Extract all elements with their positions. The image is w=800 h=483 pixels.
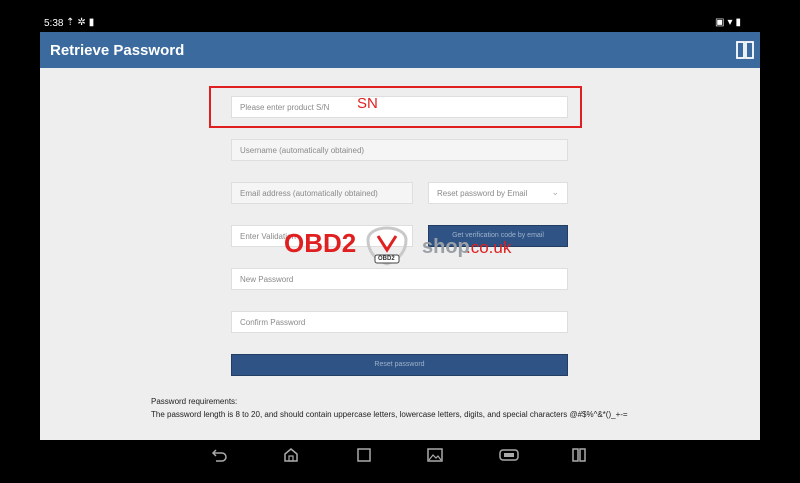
app-header: Retrieve Password [40,32,760,68]
vci-icon[interactable] [498,446,520,464]
serial-number-input[interactable]: Please enter product S/N [231,96,568,118]
requirements-title: Password requirements: [151,397,238,406]
split-screen-icon[interactable] [570,446,588,464]
upload-icon: ⇡ [66,17,78,28]
requirements-text: The password length is 8 to 20, and shou… [151,410,628,419]
form-area: Please enter product S/N SN Username (au… [40,68,760,440]
cast-icon: ▣ [715,17,728,28]
chevron-down-icon: ⌄ [551,187,559,197]
status-time: 5:38 [44,18,64,29]
recents-icon[interactable] [355,446,373,464]
back-icon[interactable] [210,446,228,464]
status-right-icons: ▣▾▮ [715,17,744,28]
reset-password-button[interactable]: Reset password [231,354,568,376]
email-field[interactable]: Email address (automatically obtained) [231,182,413,204]
reset-method-value: Reset password by Email [437,189,528,198]
watermark-domain: .co.uk [466,238,512,257]
reset-method-select[interactable]: Reset password by Email ⌄ [428,182,568,204]
sn-annotation: SN [357,95,378,112]
home-icon[interactable] [282,446,300,464]
video-icon: ▮ [88,17,98,28]
status-bar: 5:38 ⇡✲▮ ▣▾▮ [40,16,760,32]
battery-icon: ▮ [735,17,744,28]
navigation-bar [0,440,800,483]
split-screen-icon[interactable] [736,41,754,59]
watermark-shop: shop [422,236,470,258]
gallery-icon[interactable] [426,446,444,464]
page-title: Retrieve Password [50,42,185,59]
status-left-icons: ⇡✲▮ [66,17,97,28]
settings-icon: ✲ [77,17,89,28]
watermark-badge: OBD2 [378,256,395,262]
watermark-brand: OBD2 [284,228,357,258]
new-password-input[interactable]: New Password [231,268,568,290]
confirm-password-input[interactable]: Confirm Password [231,311,568,333]
username-field[interactable]: Username (automatically obtained) [231,139,568,161]
